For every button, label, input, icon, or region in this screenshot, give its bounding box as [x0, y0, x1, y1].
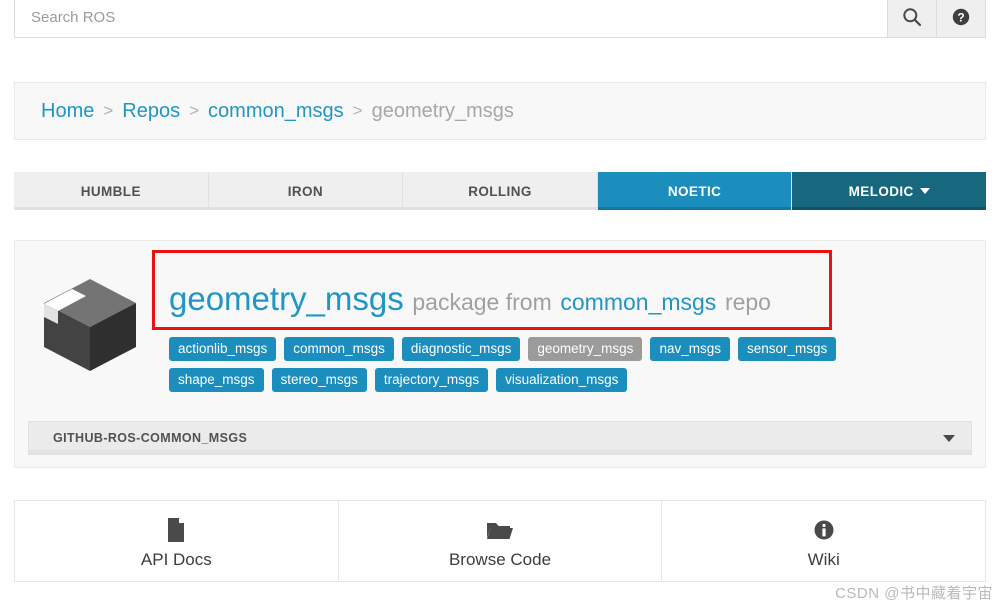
tab-humble[interactable]: HUMBLE — [14, 172, 209, 210]
package-info: geometry_msgs package from common_msgs r… — [149, 259, 969, 393]
action-panel-group: API Docs Browse Code Wiki — [14, 500, 986, 582]
tab-rolling[interactable]: ROLLING — [403, 172, 598, 210]
badge-shape-msgs[interactable]: shape_msgs — [169, 368, 264, 393]
tab-label: MELODIC — [848, 183, 914, 199]
badge-sensor-msgs[interactable]: sensor_msgs — [737, 337, 837, 362]
action-label: Browse Code — [448, 549, 552, 569]
package-box-icon — [31, 259, 149, 392]
badge-stereo-msgs[interactable]: stereo_msgs — [271, 368, 367, 393]
search-icon — [902, 7, 922, 27]
search-bar: ? — [14, 0, 986, 38]
help-circle-icon: ? — [951, 7, 971, 27]
distro-tab-bar: HUMBLE IRON ROLLING NOETIC MELODIC — [14, 172, 986, 210]
breadcrumb-item-current: geometry_msgs — [371, 99, 514, 122]
package-card-body: geometry_msgs package from common_msgs r… — [15, 241, 985, 393]
badge-common-msgs[interactable]: common_msgs — [284, 337, 394, 362]
breadcrumb-separator: > — [352, 101, 363, 120]
breadcrumb-separator: > — [189, 101, 200, 120]
chevron-down-icon — [943, 434, 955, 442]
svg-text:?: ? — [957, 11, 964, 25]
package-badge-list: actionlib_msgs common_msgs diagnostic_ms… — [169, 337, 859, 393]
tab-iron[interactable]: IRON — [208, 172, 404, 210]
tab-label: IRON — [287, 183, 324, 199]
badge-actionlib-msgs[interactable]: actionlib_msgs — [169, 337, 277, 362]
tab-label: NOETIC — [667, 183, 722, 199]
watermark-text: CSDN @书中藏着宇宙 — [835, 585, 993, 602]
badge-visualization-msgs[interactable]: visualization_msgs — [496, 368, 628, 393]
breadcrumb-item-home[interactable]: Home — [41, 100, 94, 123]
action-wiki[interactable]: Wiki — [662, 501, 985, 581]
badge-geometry-msgs: geometry_msgs — [528, 337, 643, 362]
repo-accordion-title: GITHUB-ROS-COMMON_MSGS — [53, 431, 248, 445]
tab-noetic[interactable]: NOETIC — [597, 172, 793, 210]
breadcrumb-separator: > — [103, 101, 114, 120]
info-circle-icon — [813, 517, 835, 543]
badge-diagnostic-msgs[interactable]: diagnostic_msgs — [401, 337, 521, 362]
badge-trajectory-msgs[interactable]: trajectory_msgs — [374, 368, 489, 393]
action-browse-code[interactable]: Browse Code — [339, 501, 663, 581]
package-from-text: package from — [412, 289, 552, 315]
file-doc-icon — [165, 517, 187, 543]
ros-index-package-page: ? Home > Repos > common_msgs > geometry_… — [0, 0, 1001, 607]
tab-label: ROLLING — [468, 183, 532, 199]
folder-open-icon — [486, 517, 514, 543]
chevron-down-icon — [919, 188, 930, 194]
action-label: Wiki — [807, 549, 840, 569]
breadcrumb: Home > Repos > common_msgs > geometry_ms… — [14, 82, 986, 140]
tab-label: HUMBLE — [80, 183, 141, 199]
help-button[interactable]: ? — [936, 0, 985, 37]
tab-melodic-dropdown[interactable]: MELODIC — [792, 172, 986, 210]
package-repo-link[interactable]: common_msgs — [560, 289, 716, 315]
badge-nav-msgs[interactable]: nav_msgs — [650, 337, 730, 362]
package-repo-suffix: repo — [724, 289, 771, 315]
breadcrumb-item-common-msgs[interactable]: common_msgs — [208, 100, 344, 123]
breadcrumb-item-repos[interactable]: Repos — [122, 100, 180, 123]
package-name: geometry_msgs — [169, 280, 404, 317]
action-label: API Docs — [140, 549, 212, 569]
package-title: geometry_msgs package from common_msgs r… — [169, 265, 969, 317]
search-input[interactable] — [15, 0, 887, 37]
repo-accordion-header[interactable]: GITHUB-ROS-COMMON_MSGS — [28, 421, 972, 455]
action-api-docs[interactable]: API Docs — [15, 501, 339, 581]
search-button[interactable] — [887, 0, 936, 37]
